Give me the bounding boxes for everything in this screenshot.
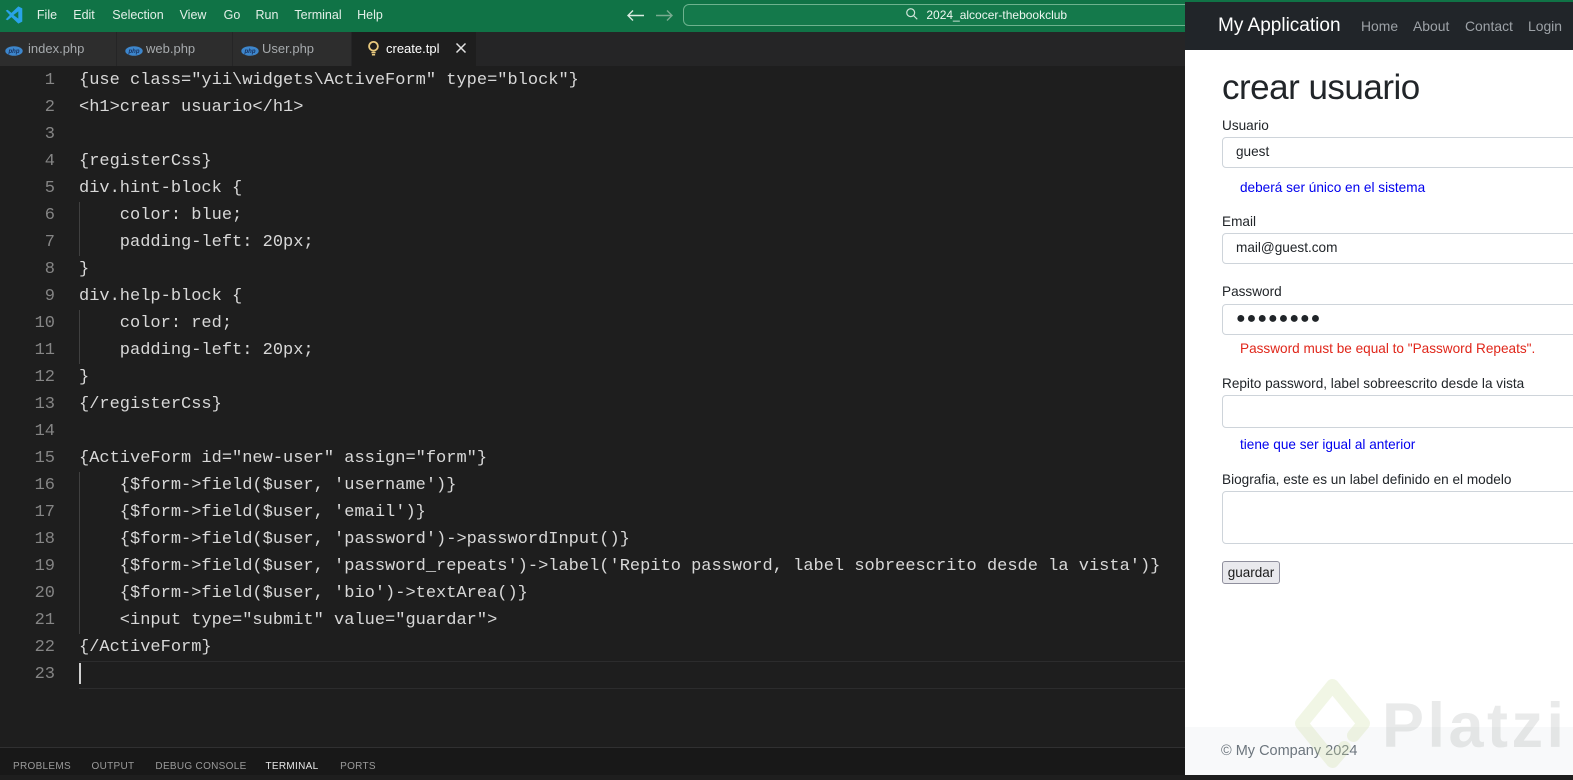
svg-text:php: php xyxy=(8,49,20,55)
svg-text:php: php xyxy=(128,49,140,55)
svg-text:php: php xyxy=(244,49,256,55)
